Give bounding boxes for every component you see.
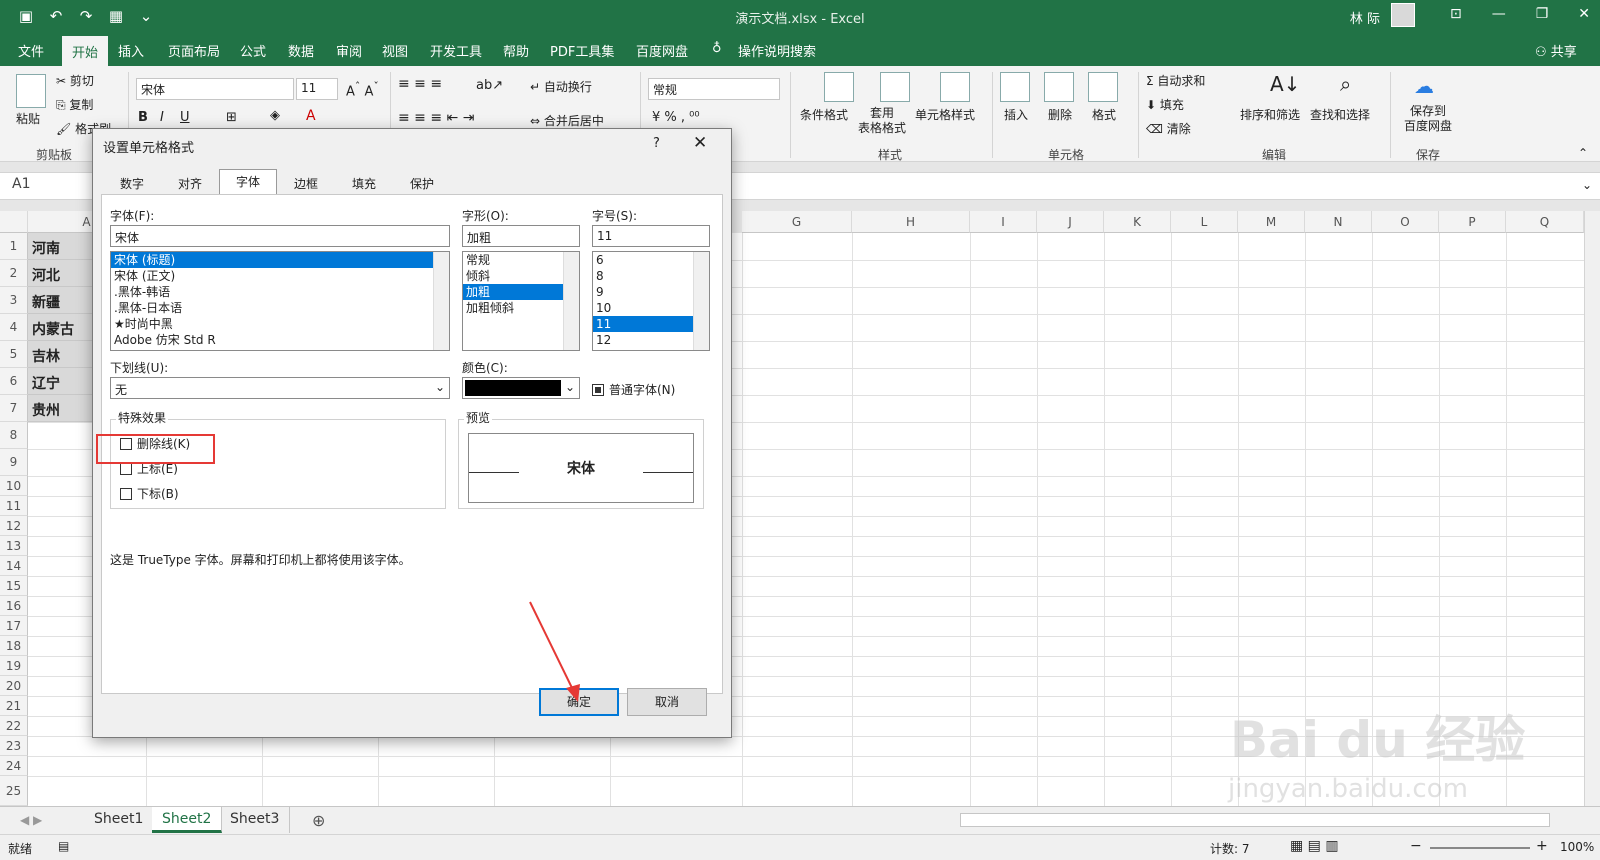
watermark-url: jingyan.baidu.com [1228,774,1468,804]
watermark-logo: Bai du 经验 [1230,711,1526,769]
